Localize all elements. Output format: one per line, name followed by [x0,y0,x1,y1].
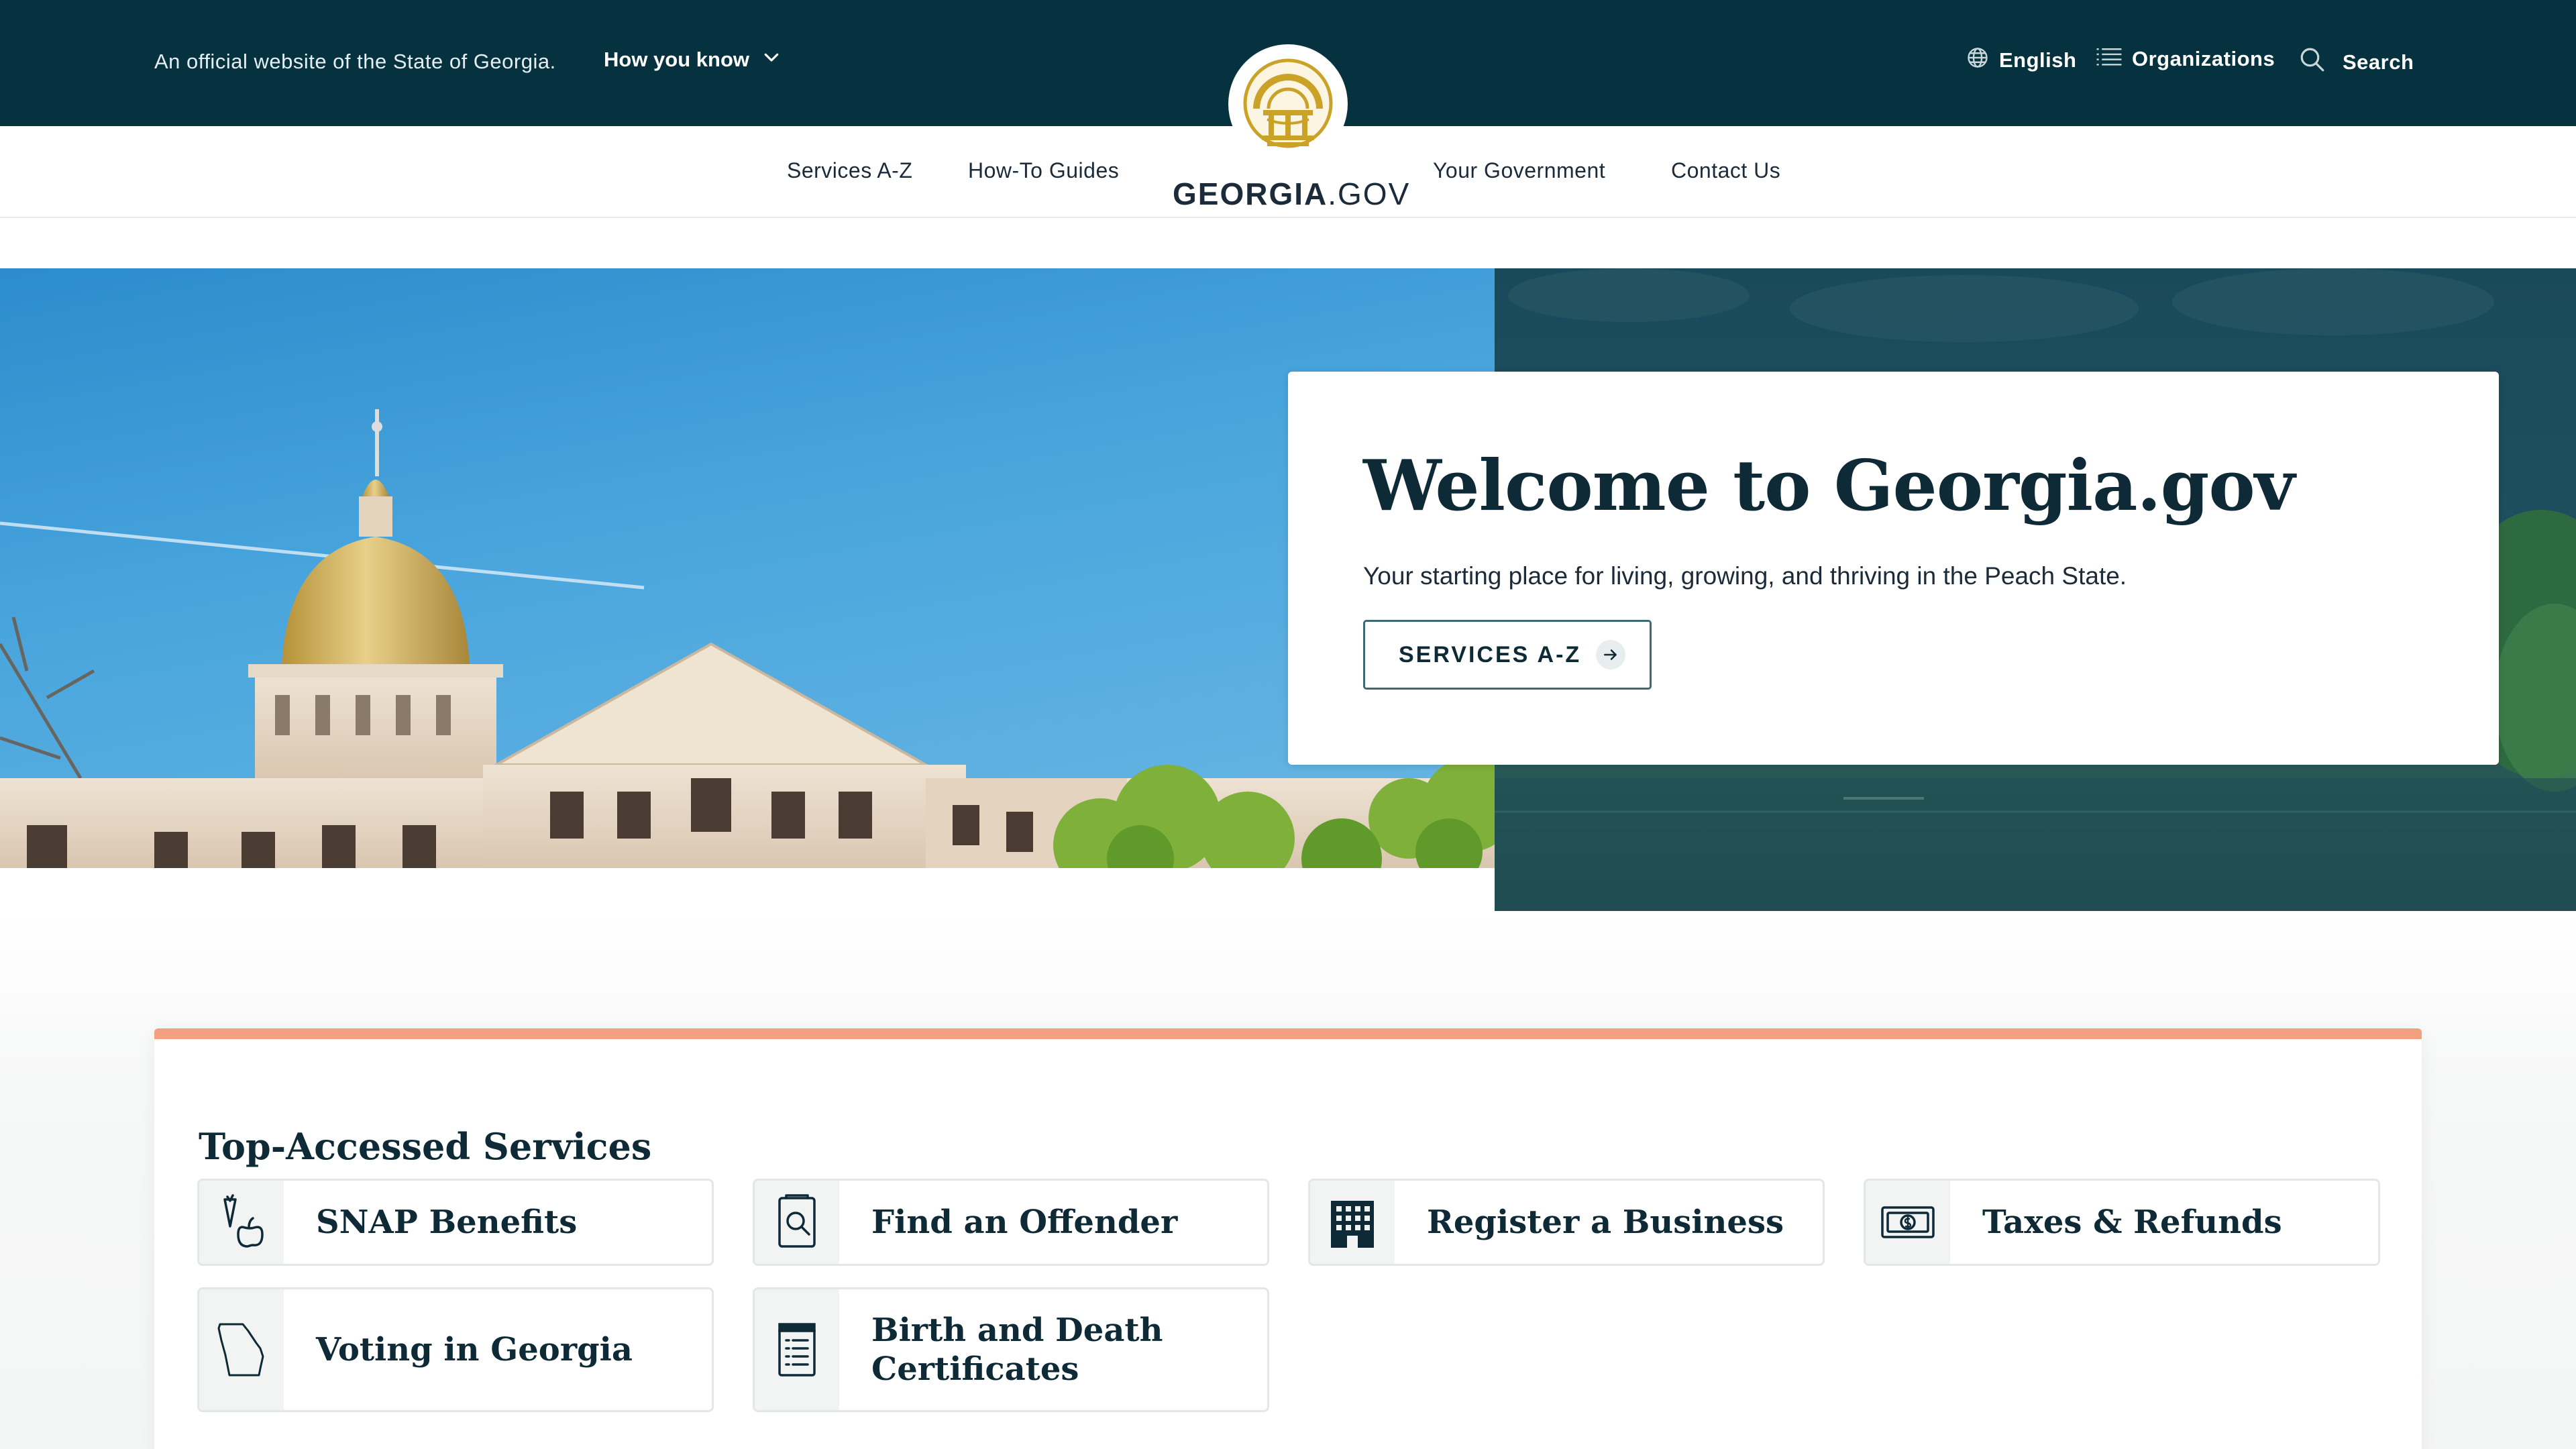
welcome-heading: Welcome to Georgia.gov [1363,444,2295,527]
service-label: SNAP Benefits [316,1203,578,1241]
document-search-icon [755,1181,839,1264]
georgia-seal-logo[interactable] [1228,44,1348,164]
service-label: Voting in Georgia [316,1331,633,1368]
top-services-card: Top-Accessed Services SNAP Benefits Find… [154,1028,2422,1449]
service-find-an-offender[interactable]: Find an Offender [753,1179,1269,1266]
wordmark-light: .GOV [1328,176,1411,211]
how-you-know-toggle[interactable]: How you know [604,47,782,72]
organizations-label: Organizations [2132,47,2275,70]
organizations-link[interactable]: Organizations [2096,46,2275,72]
globe-icon [1966,46,1990,75]
search-label: Search [2343,50,2414,74]
nav-services-az[interactable]: Services A-Z [787,158,912,183]
hero-capitol-image [0,268,1495,868]
nav-how-to-guides[interactable]: How-To Guides [968,158,1119,183]
chevron-down-icon [761,47,782,72]
top-services-heading: Top-Accessed Services [199,1125,652,1168]
official-site-text: An official website of the State of Geor… [154,50,556,73]
georgia-state-outline-icon [199,1289,284,1410]
welcome-subtitle: Your starting place for living, growing,… [1363,562,2127,590]
georgia-gov-wordmark[interactable]: GEORGIA.GOV [1173,176,1410,212]
arrow-right-icon [1596,640,1626,669]
wordmark-bold: GEORGIA [1173,176,1328,211]
service-label: Register a Business [1427,1203,1784,1241]
search-button[interactable]: Search [2298,46,2414,79]
service-label: Taxes & Refunds [1982,1203,2282,1241]
service-birth-and-death-certificates[interactable]: Birth and Death Certificates [753,1287,1269,1412]
language-label: English [1999,48,2077,72]
language-selector[interactable]: English [1966,46,2076,75]
money-bill-icon [1866,1181,1950,1264]
service-snap-benefits[interactable]: SNAP Benefits [197,1179,714,1266]
snap-carrot-apple-icon [199,1181,284,1264]
services-az-button-label: SERVICES A-Z [1399,641,1582,667]
how-you-know-label: How you know [604,48,749,71]
welcome-card: Welcome to Georgia.gov Your starting pla… [1288,372,2499,765]
search-icon [2298,46,2326,79]
services-az-button[interactable]: SERVICES A-Z [1363,620,1652,690]
certificate-document-icon [755,1289,839,1410]
nav-contact-us[interactable]: Contact Us [1671,158,1780,183]
service-label: Birth and Death Certificates [871,1311,1163,1388]
service-label: Find an Offender [871,1203,1178,1241]
nav-your-government[interactable]: Your Government [1433,158,1605,183]
service-taxes-and-refunds[interactable]: Taxes & Refunds [1864,1179,2380,1266]
list-icon [2096,46,2123,72]
service-register-a-business[interactable]: Register a Business [1308,1179,1825,1266]
building-icon [1310,1181,1395,1264]
service-voting-in-georgia[interactable]: Voting in Georgia [197,1287,714,1412]
